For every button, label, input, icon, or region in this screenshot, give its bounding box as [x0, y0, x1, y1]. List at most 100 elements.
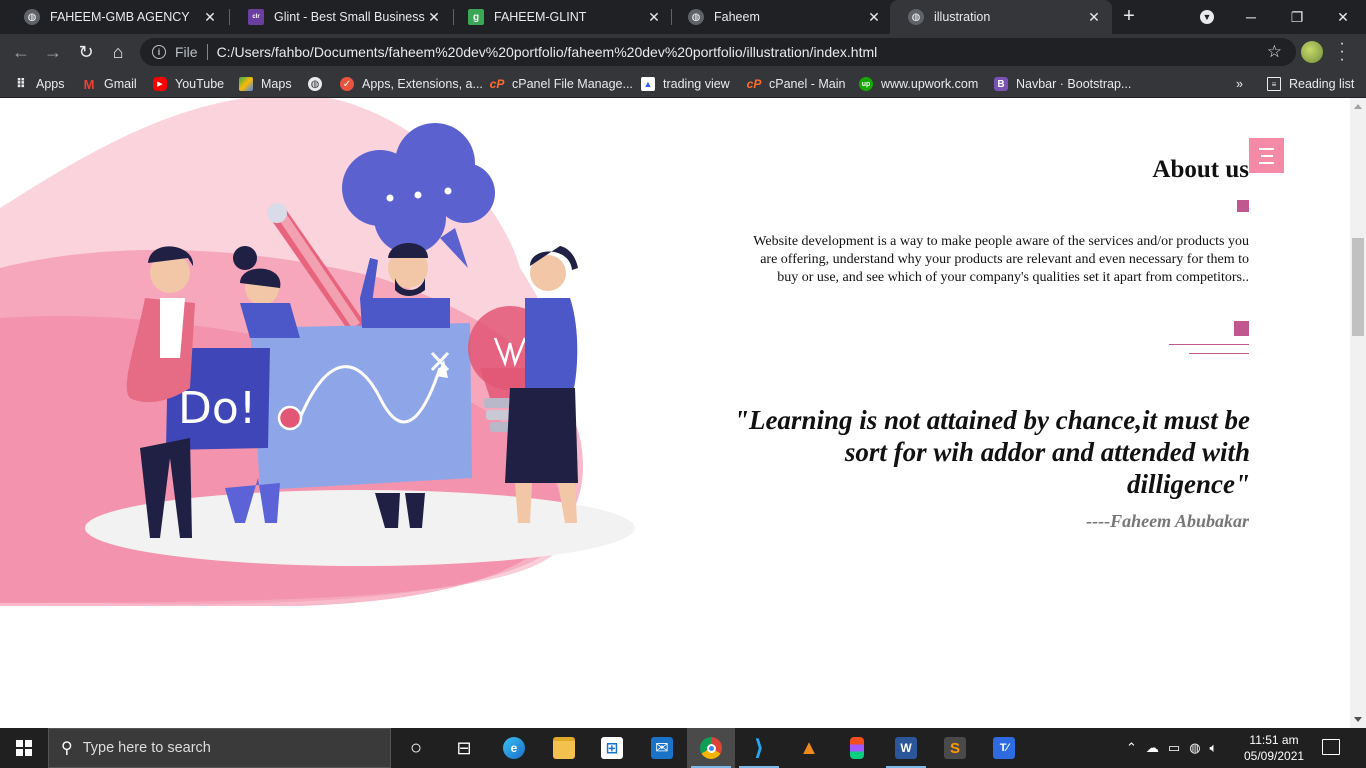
bookmark-cpanel-file-manager[interactable]: cP cPanel File Manage...	[490, 76, 633, 92]
bookmark-youtube[interactable]: ▶ YouTube	[153, 76, 224, 92]
close-window-button[interactable]: ✕	[1320, 0, 1366, 34]
network-icon[interactable]: ◍	[1189, 740, 1200, 756]
bookmarks-bar: ⠿ Apps M Gmail ▶ YouTube Maps ◍ ✓ Apps, …	[0, 70, 1366, 98]
chevron-down-icon: ▼	[1200, 10, 1214, 24]
scrollbar-thumb[interactable]	[1352, 238, 1364, 336]
bookmark-star-icon[interactable]: ☆	[1267, 42, 1282, 62]
taskbar-clock[interactable]: 11:51 am 05/09/2021	[1244, 732, 1304, 764]
reading-list-icon: ≡	[1267, 77, 1281, 91]
tab-glint[interactable]: clr Glint - Best Small Business W ✕	[230, 0, 452, 34]
start-button[interactable]	[0, 728, 48, 768]
menu-kebab-icon[interactable]: · · ·	[1336, 36, 1348, 68]
mail-button[interactable]: ✉	[638, 728, 686, 768]
close-icon[interactable]: ✕	[426, 9, 442, 25]
tab-faheem-gmb-agency[interactable]: ◍ FAHEEM-GMB AGENCY ✕	[6, 0, 228, 34]
bookmark-label: www.upwork.com	[881, 77, 979, 91]
bookmark-label: Apps	[36, 77, 65, 91]
file-explorer-icon	[553, 737, 575, 759]
tab-title: Faheem	[714, 10, 760, 24]
scroll-down-arrow-icon[interactable]	[1354, 717, 1362, 722]
battery-icon[interactable]: ▭	[1168, 740, 1180, 756]
close-icon[interactable]: ✕	[646, 9, 662, 25]
accent-square	[1237, 200, 1249, 212]
store-button[interactable]: ⊞	[588, 728, 636, 768]
vscode-button[interactable]: ⟩	[735, 728, 783, 768]
tab-illustration[interactable]: ◍ illustration ✕	[890, 0, 1112, 34]
close-icon[interactable]: ✕	[202, 9, 218, 25]
scheme-label: File	[175, 44, 198, 60]
divider-line	[1189, 353, 1249, 354]
edge-button[interactable]: e	[490, 728, 538, 768]
profile-avatar[interactable]	[1301, 41, 1323, 63]
bootstrap-icon: B	[994, 77, 1008, 91]
multitask-button[interactable]: ⊟	[440, 728, 488, 768]
address-bar[interactable]: i File C:/Users/fahbo/Documents/faheem%2…	[140, 38, 1296, 66]
file-explorer-button[interactable]	[540, 728, 588, 768]
volume-icon[interactable]: 🔈︎	[1210, 740, 1218, 756]
chrome-button[interactable]	[687, 728, 735, 768]
extensions-icon: ✓	[340, 77, 354, 91]
about-paragraph: Website development is a way to make peo…	[753, 234, 1249, 285]
clock-time: 11:51 am	[1249, 733, 1299, 747]
back-button[interactable]: ←	[9, 40, 33, 64]
apps-grid-icon: ⠿	[15, 76, 27, 91]
tradingview-icon: ▲	[641, 77, 655, 91]
reading-list-label: Reading list	[1289, 77, 1355, 91]
reading-list-button[interactable]: ≡ Reading list	[1267, 76, 1354, 92]
taskbar-search-box[interactable]: ⚲ Type here to search	[48, 728, 391, 768]
figma-button[interactable]	[833, 728, 881, 768]
more-bookmarks-label: »	[1236, 77, 1243, 91]
globe-icon: ◍	[908, 9, 924, 25]
home-button[interactable]: ⌂	[106, 40, 130, 64]
bookmark-label: YouTube	[175, 77, 225, 91]
bookmark-globe[interactable]: ◍	[308, 76, 330, 92]
word-icon: W	[895, 737, 917, 759]
tab-title: FAHEEM-GMB AGENCY	[50, 10, 190, 24]
tab-faheem-glint[interactable]: g FAHEEM-GLINT ✕	[450, 0, 672, 34]
bookmark-apps-extensions[interactable]: ✓ Apps, Extensions, a...	[340, 76, 483, 92]
windows-taskbar: ⚲ Type here to search ○ ⊟ e ⊞ ✉ ⟩ ▲ W S	[0, 728, 1366, 768]
minimize-button[interactable]: ─	[1228, 0, 1274, 34]
sublime-button[interactable]: S	[931, 728, 979, 768]
multitask-icon: ⊟	[456, 737, 472, 758]
gmail-icon: M	[83, 76, 95, 92]
cloud-icon[interactable]: ☁	[1146, 740, 1159, 756]
bookmark-label: Gmail	[104, 77, 137, 91]
search-icon: ⚲	[61, 740, 73, 757]
bookmark-label: cPanel File Manage...	[512, 77, 633, 91]
tab-faheem[interactable]: ◍ Faheem ✕	[670, 0, 892, 34]
word-button[interactable]: W	[882, 728, 930, 768]
bookmark-gmail[interactable]: M Gmail	[82, 76, 137, 92]
notification-icon[interactable]	[1322, 739, 1340, 755]
url-text[interactable]: C:/Users/fahbo/Documents/faheem%20dev%20…	[217, 44, 878, 60]
close-icon[interactable]: ✕	[866, 9, 882, 25]
info-icon[interactable]: i	[152, 45, 166, 59]
tab-search-button[interactable]: ▼	[1184, 0, 1230, 34]
hamburger-menu-button[interactable]	[1249, 138, 1284, 173]
typora-icon: T⁄	[993, 737, 1015, 759]
page-scrollbar[interactable]	[1350, 98, 1366, 728]
globe-icon: ◍	[24, 9, 40, 25]
youtube-icon: ▶	[153, 77, 167, 91]
bookmark-upwork[interactable]: up www.upwork.com	[859, 76, 978, 92]
close-icon[interactable]: ✕	[1086, 9, 1102, 25]
bookmark-cpanel-main[interactable]: cP cPanel - Main	[747, 76, 846, 92]
new-tab-button[interactable]: +	[1118, 5, 1140, 27]
bookmark-maps[interactable]: Maps	[239, 76, 292, 92]
forward-button[interactable]: →	[41, 40, 65, 64]
clock-date: 05/09/2021	[1244, 749, 1305, 763]
bookmark-navbar-bootstrap[interactable]: B Navbar · Bootstrap...	[994, 76, 1131, 92]
glitch-icon: g	[468, 9, 484, 25]
bookmark-label: Maps	[261, 77, 292, 91]
chevron-up-icon[interactable]: ⌃	[1126, 740, 1137, 756]
typora-button[interactable]: T⁄	[980, 728, 1028, 768]
reload-button[interactable]: ↻	[74, 40, 98, 64]
tab-title: Glint - Best Small Business W	[274, 10, 426, 24]
bookmark-apps[interactable]: ⠿ Apps	[14, 76, 65, 92]
bookmark-trading-view[interactable]: ▲ trading view	[641, 76, 730, 92]
more-bookmarks-button[interactable]: »	[1236, 76, 1243, 92]
vlc-button[interactable]: ▲	[785, 728, 833, 768]
maximize-button[interactable]: ❐	[1274, 0, 1320, 34]
scroll-up-arrow-icon[interactable]	[1354, 104, 1362, 109]
task-view-button[interactable]: ○	[392, 728, 440, 768]
